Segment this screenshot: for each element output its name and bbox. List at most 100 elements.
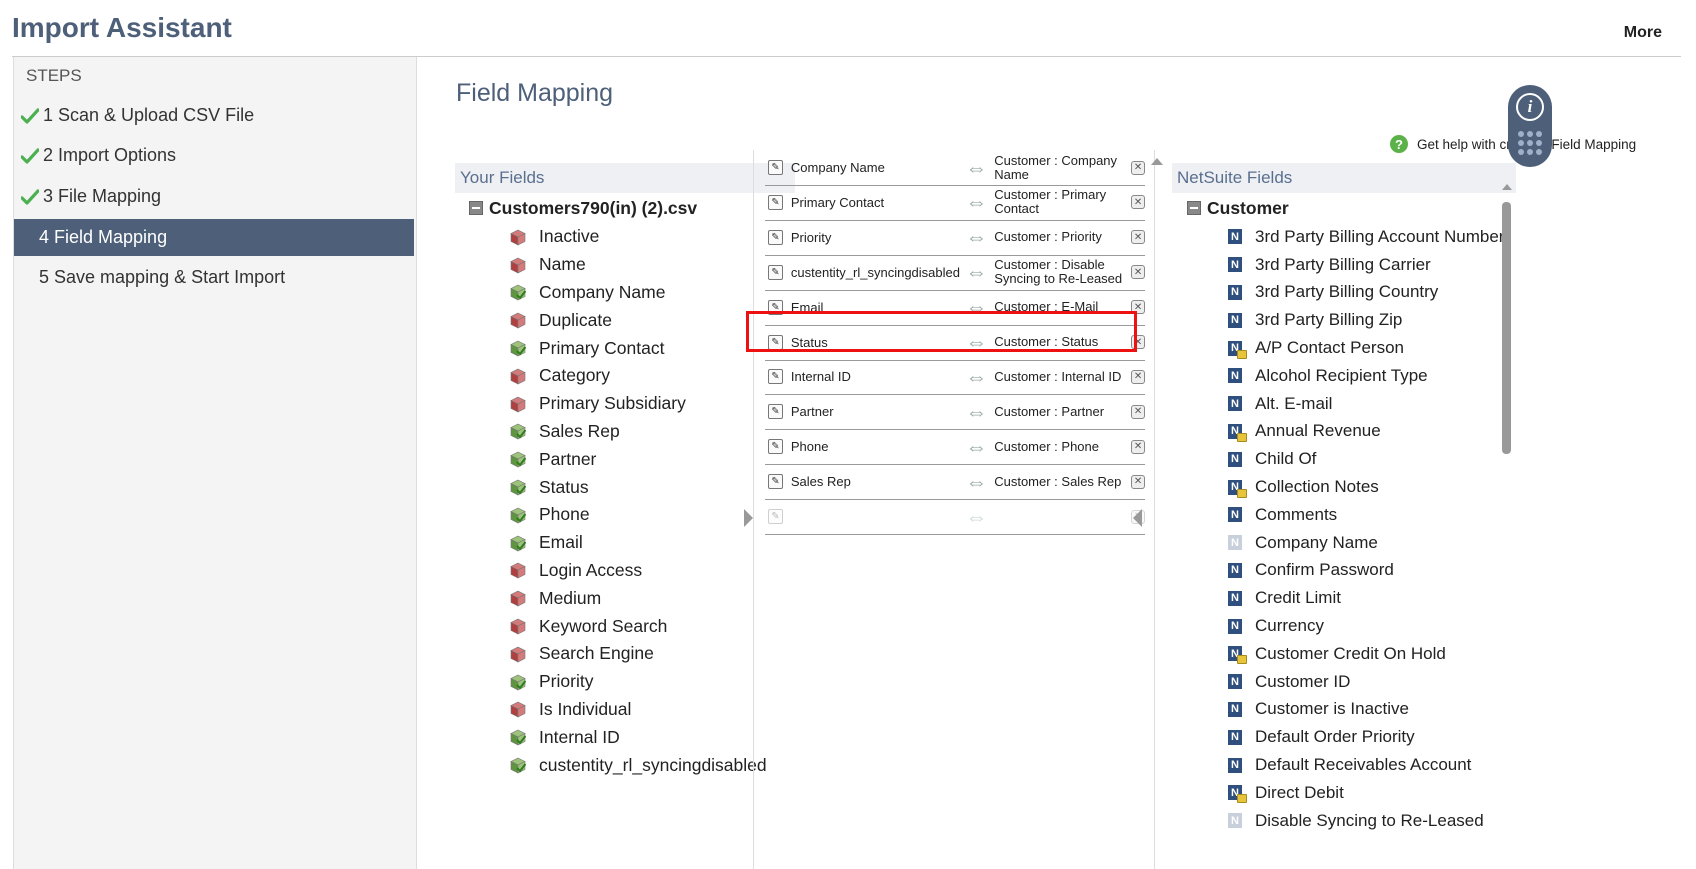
your-field-item[interactable]: Sales Rep (455, 418, 795, 446)
scroll-up-icon[interactable] (1502, 184, 1512, 190)
netsuite-field-item[interactable]: N Alcohol Recipient Type (1172, 362, 1516, 390)
your-field-item[interactable]: Keyword Search (455, 612, 795, 640)
lock-icon (1237, 655, 1247, 665)
your-field-item[interactable]: Medium (455, 584, 795, 612)
mapping-row[interactable]: ✎ Phone ⇔ Customer : Phone ✕ (765, 429, 1145, 466)
close-icon[interactable]: ✕ (1131, 369, 1145, 384)
collapse-icon[interactable] (1187, 201, 1201, 215)
your-field-item[interactable]: custentity_rl_syncingdisabled (455, 751, 795, 779)
your-field-item[interactable]: Email (455, 529, 795, 557)
your-field-item[interactable]: Is Individual (455, 696, 795, 724)
pencil-icon[interactable]: ✎ (768, 160, 783, 175)
netsuite-field-item[interactable]: N A/P Contact Person (1172, 334, 1516, 362)
netsuite-field-item[interactable]: N Confirm Password (1172, 557, 1516, 585)
netsuite-field-item[interactable]: N Alt. E-mail (1172, 390, 1516, 418)
netsuite-field-item[interactable]: N Comments (1172, 501, 1516, 529)
empty-mapping-row[interactable]: ✎ ⇔ ✕ (765, 499, 1145, 535)
your-field-item[interactable]: Status (455, 473, 795, 501)
netsuite-field-item[interactable]: N Default Receivables Account (1172, 751, 1516, 779)
mapping-target: Customer : Disable Syncing to Re-Leased (994, 257, 1123, 287)
your-field-item[interactable]: Category (455, 362, 795, 390)
your-field-item[interactable]: Name (455, 251, 795, 279)
your-field-item[interactable]: Internal ID (455, 723, 795, 751)
info-icon[interactable]: i (1516, 93, 1544, 121)
close-icon[interactable]: ✕ (1131, 195, 1145, 210)
your-field-item[interactable]: Partner (455, 445, 795, 473)
mapping-scroll-up-icon[interactable] (1151, 158, 1163, 165)
netsuite-field-item[interactable]: N Disable Syncing to Re-Leased (1172, 807, 1516, 835)
mapping-row[interactable]: ✎ Primary Contact ⇔ Customer : Primary Cont… (765, 185, 1145, 221)
step-2[interactable]: 2 Import Options (14, 137, 414, 174)
close-icon[interactable]: ✕ (1131, 300, 1145, 315)
scrollbar-thumb[interactable] (1502, 202, 1511, 454)
netsuite-field-item[interactable]: N Customer is Inactive (1172, 696, 1516, 724)
netsuite-field-item[interactable]: N Customer ID (1172, 668, 1516, 696)
pencil-icon[interactable]: ✎ (768, 194, 783, 210)
close-icon[interactable]: ✕ (1131, 265, 1145, 280)
your-field-item[interactable]: Priority (455, 668, 795, 696)
close-icon[interactable]: ✕ (1131, 474, 1145, 489)
netsuite-field-item[interactable]: N Collection Notes (1172, 473, 1516, 501)
pencil-icon[interactable]: ✎ (768, 509, 783, 524)
mapping-target: Customer : Priority (994, 229, 1102, 245)
mapping-row[interactable]: ✎ Status ⇔ Customer : Status ✕ (765, 325, 1145, 361)
pencil-icon[interactable]: ✎ (768, 229, 783, 245)
step-3[interactable]: 3 File Mapping (14, 178, 414, 215)
pencil-icon[interactable]: ✎ (768, 474, 783, 490)
pencil-icon[interactable]: ✎ (768, 404, 783, 420)
your-field-item[interactable]: Search Engine (455, 640, 795, 668)
your-field-item[interactable]: Primary Contact (455, 334, 795, 362)
mapping-row[interactable]: ✎ Email ⇔ Customer : E-Mail ✕ (765, 290, 1145, 326)
red-cube-icon (510, 229, 526, 246)
green-check-cube-icon (510, 284, 526, 301)
netsuite-field-item[interactable]: N 3rd Party Billing Account Number (1172, 223, 1516, 251)
your-field-item[interactable]: Company Name (455, 279, 795, 307)
netsuite-field-item[interactable]: N Direct Debit (1172, 779, 1516, 807)
close-icon[interactable]: ✕ (1131, 230, 1145, 245)
netsuite-field-item[interactable]: N Company Name (1172, 529, 1516, 557)
grid-menu-icon[interactable] (1518, 131, 1542, 155)
pencil-icon[interactable]: ✎ (768, 334, 783, 350)
netsuite-field-item[interactable]: N Currency (1172, 612, 1516, 640)
your-field-item[interactable]: Login Access (455, 557, 795, 585)
mapping-row[interactable]: ✎ custentity_rl_syncingdisabled ⇔ Customer … (765, 255, 1145, 291)
pencil-icon[interactable]: ✎ (768, 369, 783, 385)
netsuite-field-item[interactable]: N Credit Limit (1172, 584, 1516, 612)
netsuite-field-item[interactable]: N Child Of (1172, 445, 1516, 473)
your-field-item[interactable]: Inactive (455, 223, 795, 251)
mapping-target: Customer : Internal ID (994, 368, 1122, 384)
step-1[interactable]: 1 Scan & Upload CSV File (14, 97, 414, 134)
mapping-row[interactable]: ✎ Priority ⇔ Customer : Priority ✕ (765, 220, 1145, 256)
mapping-row[interactable]: ✎ Sales Rep ⇔ Customer : Sales Rep ✕ (765, 464, 1145, 501)
netsuite-field-item[interactable]: N Customer Credit On Hold (1172, 640, 1516, 668)
your-field-item[interactable]: Primary Subsidiary (455, 390, 795, 418)
close-icon[interactable]: ✕ (1131, 439, 1145, 454)
green-check-cube-icon (510, 451, 526, 468)
netsuite-field-item[interactable]: N 3rd Party Billing Carrier (1172, 251, 1516, 279)
more-button[interactable]: More (1624, 24, 1662, 42)
close-icon[interactable]: ✕ (1131, 160, 1145, 175)
mapping-row[interactable]: ✎ Company Name ⇔ Customer : Company Name ✕ (765, 150, 1145, 186)
pencil-icon[interactable]: ✎ (768, 299, 783, 315)
mapping-row[interactable]: ✎ Partner ⇔ Customer : Partner ✕ (765, 394, 1145, 431)
step-5[interactable]: 5 Save mapping & Start Import (14, 259, 414, 296)
netsuite-fields-scrollbar[interactable] (1502, 184, 1512, 869)
netsuite-field-icon: N (1228, 229, 1242, 245)
netsuite-field-item[interactable]: N Default Order Priority (1172, 723, 1516, 751)
floating-help-widget[interactable]: i (1508, 85, 1552, 167)
step-4[interactable]: 4 Field Mapping (14, 219, 414, 256)
close-icon[interactable]: ✕ (1131, 335, 1145, 349)
netsuite-field-item[interactable]: N Annual Revenue (1172, 418, 1516, 446)
mapping-row[interactable]: ✎ Internal ID ⇔ Customer : Internal ID ✕ (765, 359, 1145, 396)
pencil-icon[interactable]: ✎ (768, 439, 783, 455)
green-check-cube-icon (510, 479, 526, 496)
mapping-target: Customer : Phone (994, 438, 1099, 454)
your-field-item[interactable]: Duplicate (455, 306, 795, 334)
pencil-icon[interactable]: ✎ (768, 264, 783, 280)
collapse-icon[interactable] (469, 201, 483, 215)
netsuite-field-item[interactable]: N 3rd Party Billing Zip (1172, 306, 1516, 334)
netsuite-field-item[interactable]: N 3rd Party Billing Country (1172, 279, 1516, 307)
csv-file-node[interactable]: Customers790(in) (2).csv (455, 193, 795, 223)
close-icon[interactable]: ✕ (1131, 404, 1145, 419)
customer-node[interactable]: Customer (1172, 193, 1516, 223)
